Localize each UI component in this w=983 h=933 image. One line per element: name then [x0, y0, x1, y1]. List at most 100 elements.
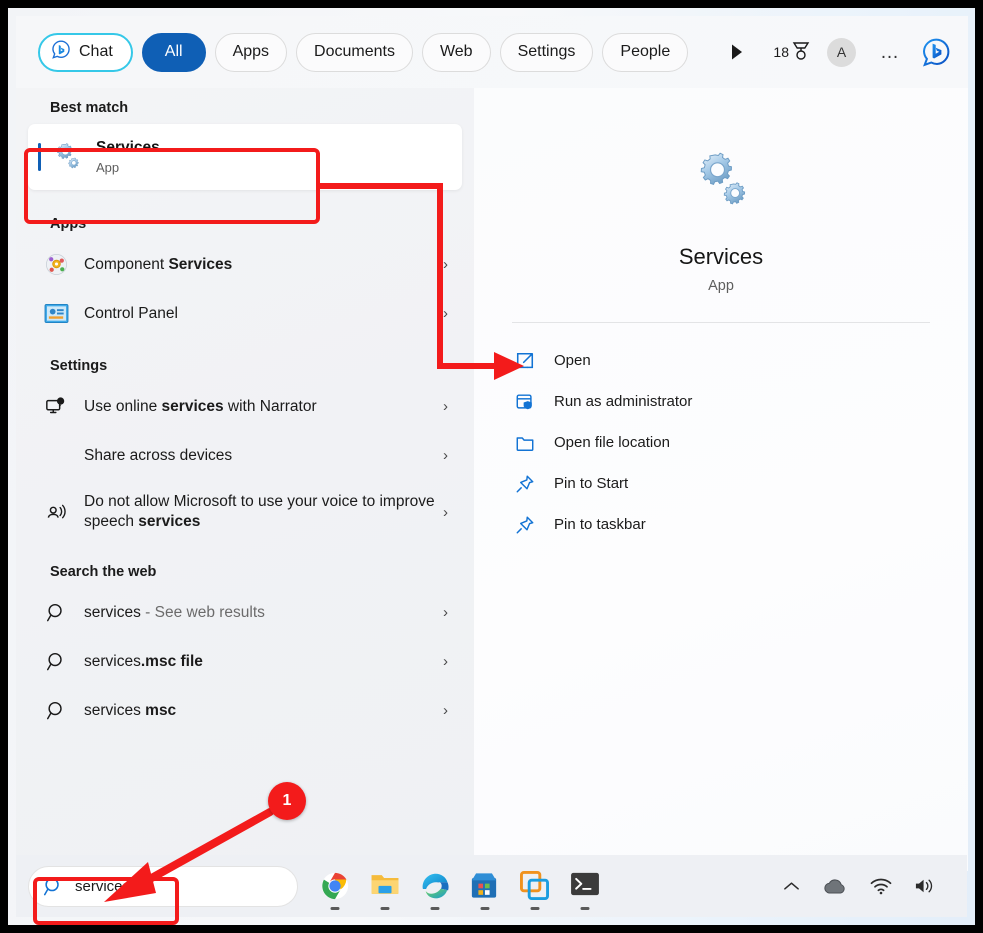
list-item-label: Control Panel [84, 304, 435, 324]
chevron-right-icon[interactable]: › [443, 604, 448, 621]
annotation-step-number: 1 [283, 792, 292, 810]
list-item-label: Use online services with Narrator [84, 397, 435, 417]
tab-people[interactable]: People [602, 33, 688, 72]
tab-documents-label: Documents [314, 43, 395, 61]
shield-admin-icon [514, 391, 536, 413]
section-header-search-the-web: Search the web [16, 564, 474, 580]
search-icon [42, 648, 70, 676]
section-header-best-match: Best match [16, 100, 474, 116]
cloud-icon[interactable] [822, 877, 848, 895]
store-icon[interactable] [470, 871, 500, 901]
list-item-use-online-services-with-narrator[interactable]: Use online services with Narrator › [28, 382, 462, 431]
list-item-control-panel[interactable]: Control Panel › [28, 289, 462, 338]
list-item-share-across-devices[interactable]: Share across devices › [28, 431, 462, 480]
label-bold: msc [145, 702, 176, 719]
list-item-services-msc-file[interactable]: services.msc file › [28, 637, 462, 686]
folder-icon [514, 432, 536, 454]
chevron-up-icon[interactable] [783, 880, 800, 892]
label-pre: Do not allow Microsoft to use your voice… [84, 493, 435, 530]
label-pre: services [84, 653, 141, 670]
chevron-right-icon[interactable]: › [443, 256, 448, 273]
label-pre: Use online [84, 398, 162, 415]
action-run-as-administrator[interactable]: Run as administrator [498, 381, 944, 422]
label-pre: services [84, 604, 141, 621]
preview-divider [512, 322, 930, 323]
action-label: Pin to Start [554, 475, 628, 492]
edge-icon[interactable] [420, 871, 450, 901]
action-label: Open file location [554, 434, 670, 451]
tab-all[interactable]: All [142, 33, 206, 72]
chevron-right-icon[interactable]: › [443, 702, 448, 719]
action-open-file-location[interactable]: Open file location [498, 422, 944, 463]
action-label: Open [554, 352, 591, 369]
search-icon [42, 697, 70, 725]
tab-settings-label: Settings [518, 43, 576, 61]
app-preview-panel: Services App [474, 88, 968, 871]
list-item-label: services.msc file [84, 652, 435, 672]
section-header-settings: Settings [16, 358, 474, 374]
tab-people-label: People [620, 43, 670, 61]
list-item-services-msc[interactable]: services msc › [28, 686, 462, 735]
label-bold: Services [168, 256, 232, 273]
list-item-label: Do not allow Microsoft to use your voice… [84, 492, 435, 532]
rewards-counter[interactable]: 18 [773, 41, 810, 64]
narrator-icon [42, 393, 70, 421]
screenshot-root: Safe registry key PNRP Machine Name Publ… [0, 0, 983, 933]
tab-web[interactable]: Web [422, 33, 491, 72]
search-flyout: Chat All Apps Documents Web Settings [16, 16, 968, 871]
label-post: with Narrator [224, 398, 317, 415]
tab-web-label: Web [440, 43, 473, 61]
tab-apps[interactable]: Apps [215, 33, 287, 72]
file-explorer-icon[interactable] [370, 871, 400, 901]
label-bold: services [162, 398, 224, 415]
annotation-box-search-input [33, 877, 179, 925]
label-dim: - See web results [141, 604, 265, 621]
list-item-label: Component Services [84, 255, 435, 275]
speech-voice-icon [42, 498, 70, 526]
list-item-component-services[interactable]: Component Services › [28, 240, 462, 289]
chevron-right-icon[interactable]: › [443, 504, 448, 521]
action-label: Run as administrator [554, 393, 692, 410]
services-gears-icon [690, 150, 752, 212]
action-open[interactable]: Open [498, 340, 944, 381]
terminal-icon[interactable] [570, 871, 600, 901]
wifi-icon[interactable] [870, 878, 892, 895]
speaker-icon[interactable] [914, 877, 937, 895]
chevron-right-icon[interactable]: › [443, 653, 448, 670]
list-item-label: services msc [84, 701, 435, 721]
label-pre: Component [84, 256, 168, 273]
rewards-count: 18 [773, 44, 789, 60]
open-external-icon [514, 350, 536, 372]
label-pre: Control Panel [84, 305, 178, 322]
tab-settings[interactable]: Settings [500, 33, 594, 72]
label-bold: services [138, 513, 200, 530]
tab-all-label: All [165, 43, 183, 61]
tab-chat[interactable]: Chat [38, 33, 133, 72]
search-filter-tabbar: Chat All Apps Documents Web Settings [16, 16, 968, 88]
avatar[interactable]: A [827, 38, 856, 67]
pin-icon [514, 514, 536, 536]
chevron-right-icon[interactable]: › [443, 447, 448, 464]
bing-chat-icon [50, 39, 72, 66]
vmware-icon[interactable] [520, 871, 550, 901]
chrome-icon[interactable] [320, 871, 350, 901]
chevron-right-icon[interactable]: › [443, 398, 448, 415]
list-item-label: Share across devices [84, 446, 435, 466]
search-icon [42, 599, 70, 627]
list-item-services-see-web-results[interactable]: services - See web results › [28, 588, 462, 637]
rewards-medal-icon [792, 41, 810, 64]
blank-icon [42, 442, 70, 470]
list-item-do-not-allow-microsoft-speech-services[interactable]: Do not allow Microsoft to use your voice… [28, 480, 462, 544]
pin-icon [514, 473, 536, 495]
action-pin-to-start[interactable]: Pin to Start [498, 463, 944, 504]
action-label: Pin to taskbar [554, 516, 646, 533]
control-panel-icon [42, 300, 70, 328]
play-arrow-icon[interactable] [722, 37, 752, 67]
chevron-right-icon[interactable]: › [443, 305, 448, 322]
action-pin-to-taskbar[interactable]: Pin to taskbar [498, 504, 944, 545]
bing-logo-icon[interactable] [920, 35, 954, 69]
label-pre: services [84, 702, 145, 719]
system-tray [783, 877, 955, 895]
more-options-button[interactable]: … [871, 43, 909, 62]
tab-documents[interactable]: Documents [296, 33, 413, 72]
